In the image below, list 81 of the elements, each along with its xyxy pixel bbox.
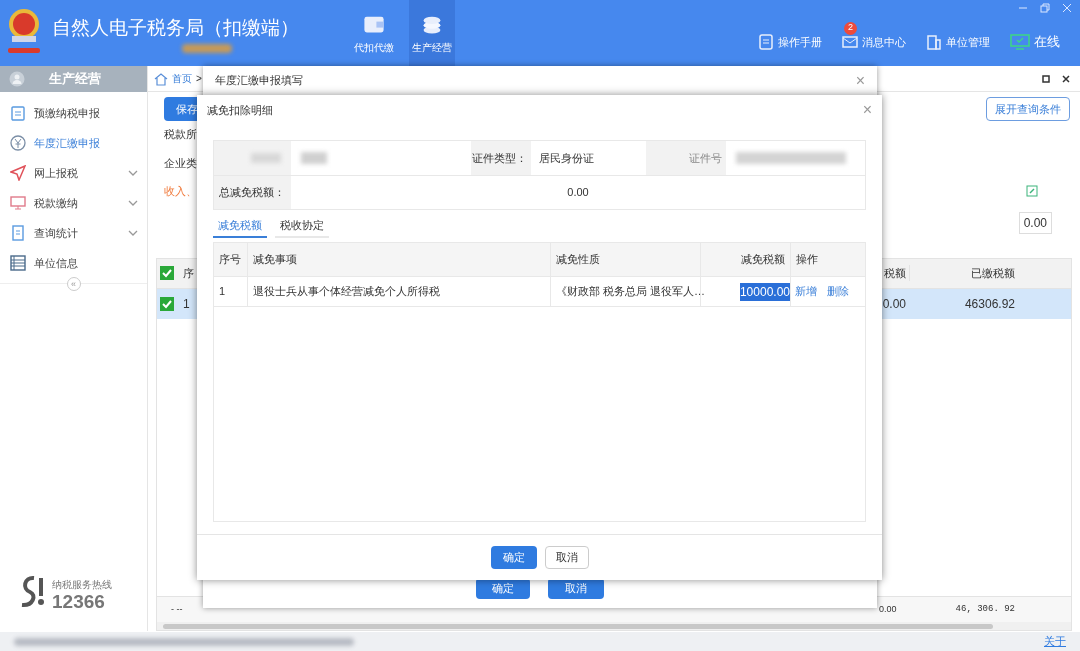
field-value: 居民身份证 xyxy=(539,150,594,166)
nav-tab[interactable]: 代扣代缴 xyxy=(351,0,397,66)
toolbar-button[interactable]: 操作手册 xyxy=(758,33,822,50)
clipboard-icon xyxy=(10,105,26,121)
hotline-number: 12366 xyxy=(52,591,106,612)
table-cell-text: 0.00 xyxy=(879,602,898,616)
building-icon xyxy=(926,33,942,50)
field-label: 证件号 xyxy=(689,150,722,166)
document-icon xyxy=(758,33,774,50)
field-label: 总减免税额： xyxy=(219,185,285,201)
breadcrumb-link[interactable]: 首页 xyxy=(172,71,192,86)
column-header: 序 xyxy=(183,265,194,281)
maximize-icon[interactable] xyxy=(1042,74,1050,83)
tab[interactable]: 税收协定 xyxy=(275,214,329,238)
close-button[interactable]: × xyxy=(855,68,865,93)
app-title: 自然人电子税务局（扣缴端） xyxy=(52,16,299,40)
edit-icon[interactable] xyxy=(1026,185,1038,198)
sidebar-item[interactable]: 查询统计 xyxy=(0,218,147,248)
sidebar-item[interactable]: 单位信息 xyxy=(0,248,147,278)
table-cell-text: - -- xyxy=(171,602,183,616)
close-button[interactable]: × xyxy=(862,98,872,122)
sidebar-item[interactable]: 年度汇缴申报 xyxy=(0,128,147,158)
name-value-blurred xyxy=(301,152,327,164)
document-icon xyxy=(10,225,26,241)
warning-text: 收入、 xyxy=(164,184,197,199)
home-icon xyxy=(154,71,168,86)
table-cell-text: 1 xyxy=(183,295,190,313)
column-header: 减免税额 xyxy=(701,243,791,276)
paper-plane-icon xyxy=(10,165,26,181)
tab[interactable]: 减免税额 xyxy=(213,214,267,238)
confirm-button[interactable]: 确定 xyxy=(476,578,530,599)
cancel-button[interactable]: 取消 xyxy=(548,578,604,599)
mail-icon xyxy=(842,33,858,50)
table-cell-text: 46, 306. 92 xyxy=(954,602,1016,616)
toolbar-button[interactable]: 单位管理 xyxy=(926,33,990,50)
column-header: 税额 xyxy=(883,265,907,281)
close-icon[interactable] xyxy=(1062,74,1070,83)
hotline-label: 纳税服务热线 xyxy=(52,577,112,592)
subtitle-blurred xyxy=(182,44,232,53)
dialog-title: 年度汇缴申报填写 xyxy=(215,73,303,89)
toolbar-button[interactable]: 消息中心 xyxy=(842,33,906,50)
table-cell: 退役士兵从事个体经营减免个人所得税 xyxy=(248,277,551,306)
column-header: 已缴税额 xyxy=(909,264,1019,282)
cancel-button[interactable]: 取消 xyxy=(544,546,589,569)
nav-tab[interactable]: 生产经营 xyxy=(409,0,455,66)
field-label: 证件类型： xyxy=(472,150,527,166)
expand-query-button[interactable]: 展开查询条件 xyxy=(986,97,1070,121)
action-link[interactable]: 删除 xyxy=(827,283,849,300)
table-cell-text: 46306.92 xyxy=(963,295,1016,313)
notification-badge: 2 xyxy=(844,21,857,35)
sidebar-item[interactable]: 预缴纳税申报 xyxy=(0,98,147,128)
yen-icon xyxy=(10,135,26,151)
column-header: 减免事项 xyxy=(248,243,551,276)
collapse-button[interactable]: « xyxy=(66,277,81,291)
user-icon xyxy=(9,71,25,87)
checkbox[interactable] xyxy=(160,266,174,280)
about-link[interactable]: 关于 xyxy=(1044,633,1066,650)
column-header: 序号 xyxy=(214,243,248,276)
monitor-icon xyxy=(10,195,26,211)
sidebar-item[interactable]: 税款缴纳 xyxy=(0,188,147,218)
restore-icon[interactable] xyxy=(1040,3,1050,13)
monitor-icon xyxy=(1010,33,1030,50)
dialog-title: 减免扣除明细 xyxy=(207,102,273,118)
amount-field[interactable]: 0.00 xyxy=(1018,211,1052,234)
field-value: 0.00 xyxy=(567,185,589,201)
sidebar-header: 生产经营 xyxy=(0,66,147,92)
list-icon xyxy=(10,255,26,271)
column-header: 操作 xyxy=(795,252,819,268)
amount-input[interactable]: 10000.00 xyxy=(739,282,790,301)
column-header: 减免性质 xyxy=(551,243,701,276)
confirm-button[interactable]: 确定 xyxy=(490,546,537,569)
table-cell-text: 0.00 xyxy=(881,295,907,313)
checkbox[interactable] xyxy=(160,296,174,311)
action-link[interactable]: 新增 xyxy=(795,283,817,300)
breadcrumb-separator: > xyxy=(196,72,202,86)
table-cell: 1 xyxy=(214,277,248,306)
sidebar-item[interactable]: 网上报税 xyxy=(0,158,147,188)
form-label: 企业类 xyxy=(164,155,197,171)
toolbar-button[interactable]: 在线 xyxy=(1010,32,1060,52)
form-label: 税款所 xyxy=(164,127,197,142)
horizontal-scrollbar[interactable] xyxy=(157,622,1071,630)
